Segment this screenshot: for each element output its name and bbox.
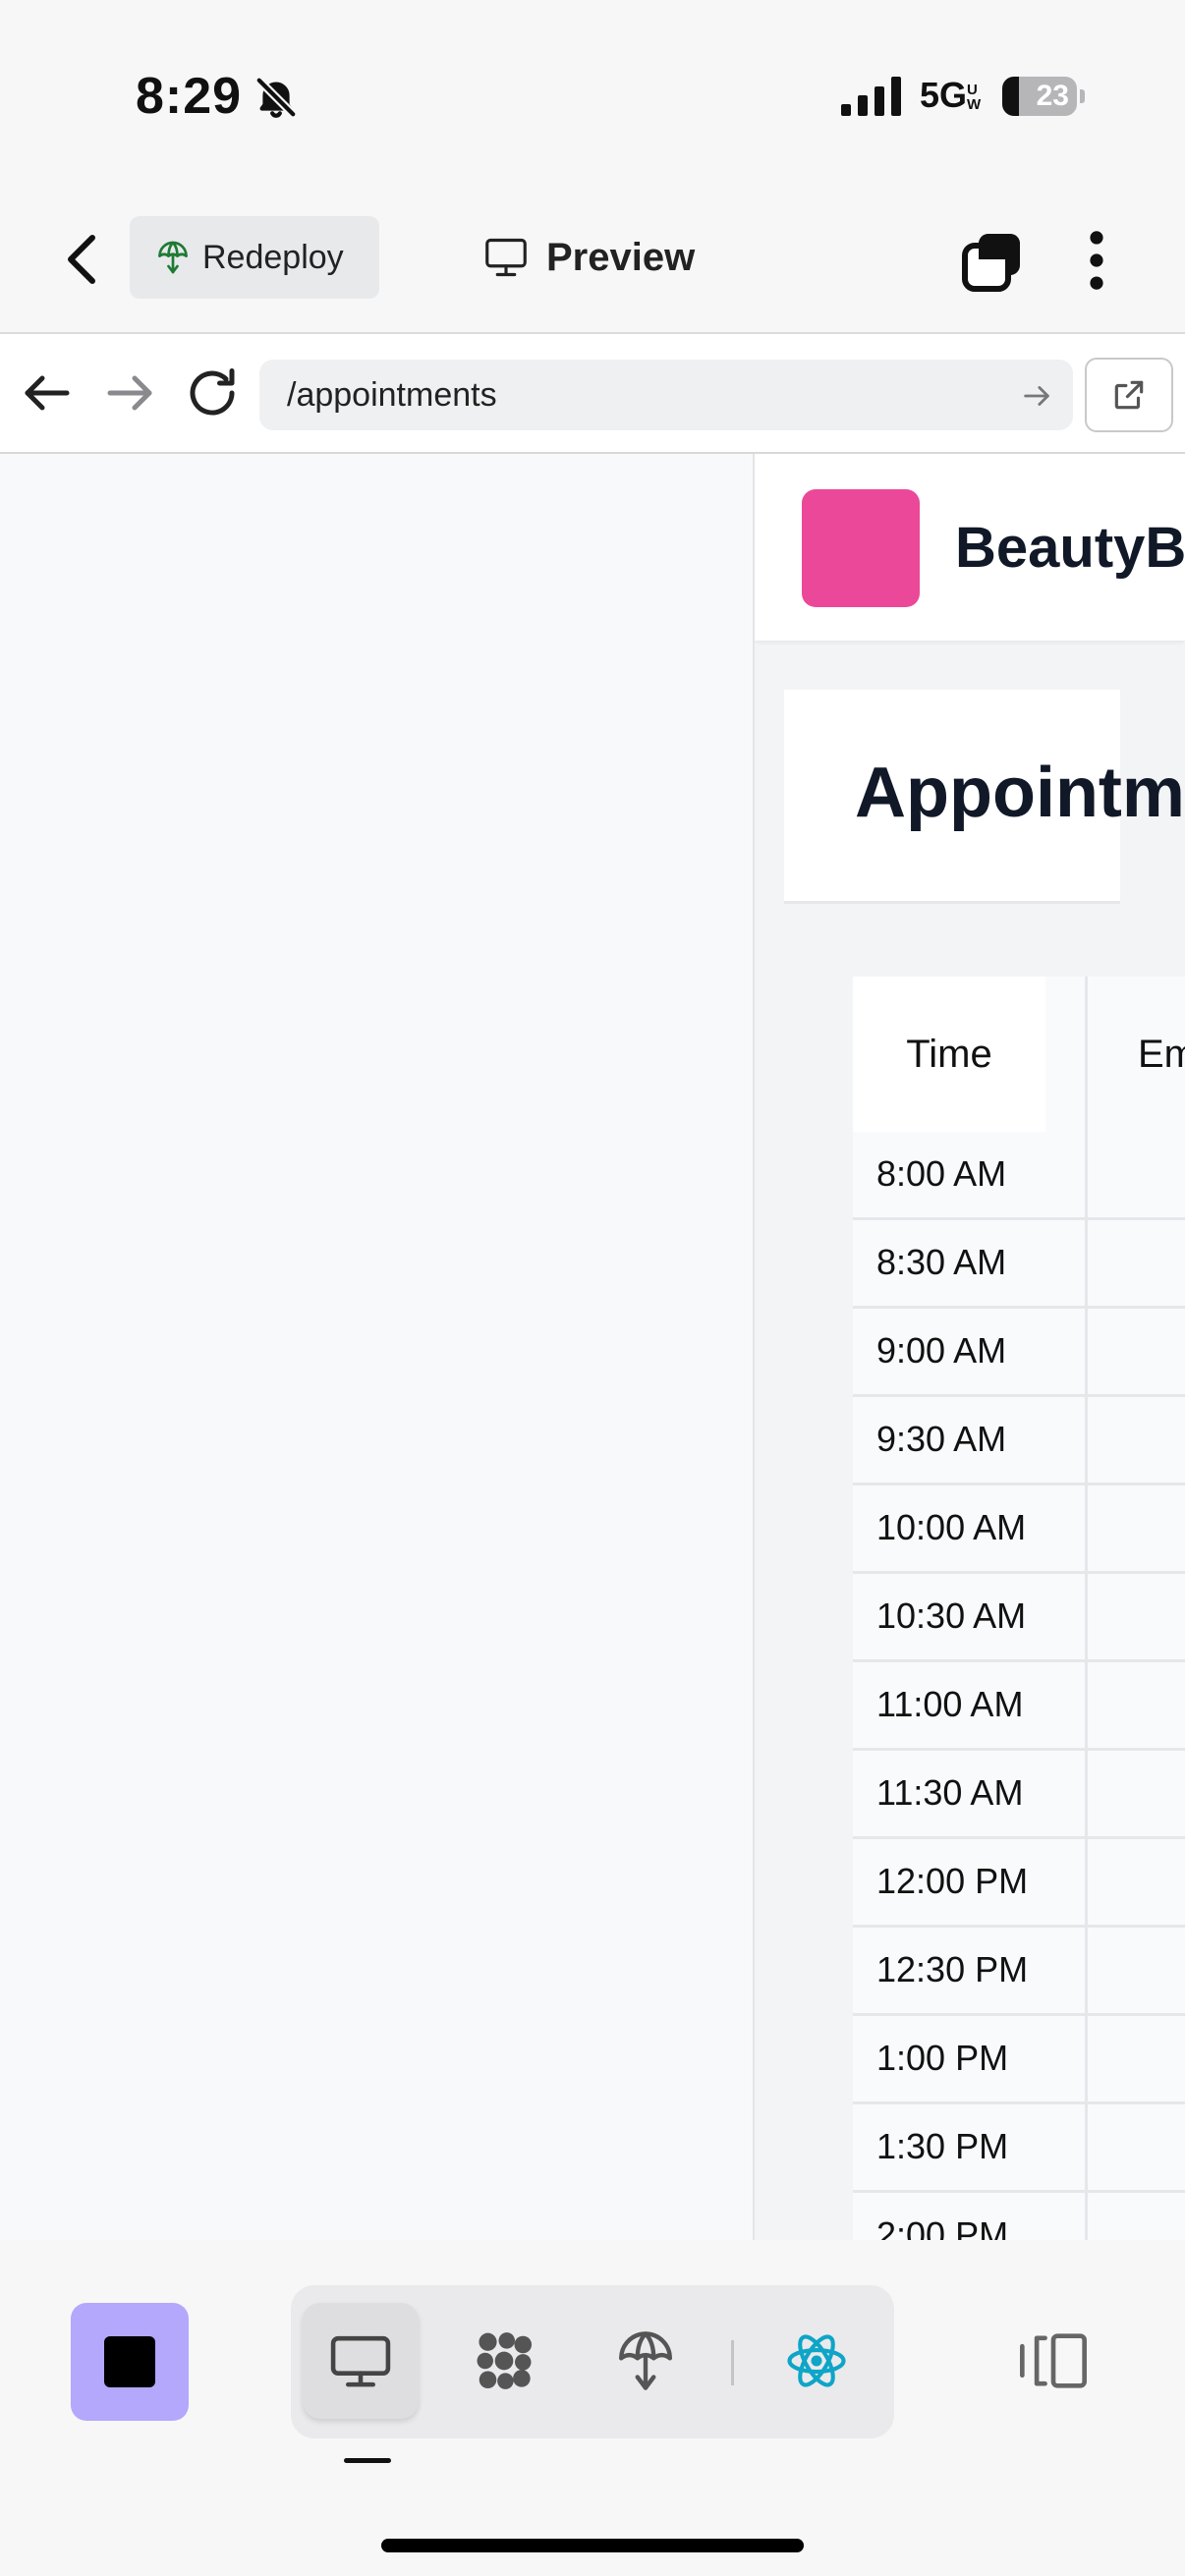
bell-off-icon — [254, 76, 298, 119]
battery-icon: 23 — [1002, 77, 1085, 116]
kebab-icon[interactable] — [1079, 228, 1114, 293]
tab-deploy[interactable] — [588, 2303, 704, 2419]
reload-icon[interactable] — [183, 364, 242, 422]
time-slot-label: 11:00 AM — [876, 1684, 1024, 1724]
deploy-icon — [158, 241, 188, 274]
time-row[interactable]: 11:00 AM — [853, 1662, 1185, 1751]
time-row[interactable]: 9:00 AM — [853, 1309, 1185, 1397]
url-field[interactable]: /appointments — [259, 360, 1073, 430]
redeploy-label: Redeploy — [202, 238, 344, 276]
blobs-icon — [477, 2332, 533, 2389]
chevron-left-icon[interactable] — [61, 232, 104, 287]
time-slot-label: 9:30 AM — [876, 1419, 1007, 1459]
network-type: 5GUW — [920, 75, 982, 115]
stop-icon — [104, 2336, 155, 2387]
preview-area: BeautyB Appointme Time Em 8:00 AM 8:30 AM… — [0, 454, 1185, 2240]
app-header: Redeploy Preview — [0, 187, 1185, 334]
time-slot-label: 12:00 PM — [876, 1861, 1029, 1901]
time-slot-label: 2:00 PM — [876, 2214, 1009, 2240]
segment-divider — [731, 2340, 734, 2385]
react-icon — [787, 2334, 846, 2387]
status-time: 8:29 — [136, 68, 243, 125]
time-slot-label: 12:30 PM — [876, 1949, 1029, 1989]
monitor-icon — [485, 238, 527, 277]
arrow-right-icon[interactable] — [1020, 379, 1053, 413]
time-slot-label: 9:00 AM — [876, 1330, 1007, 1371]
desktop-icon — [330, 2335, 391, 2387]
time-slot-label: 8:00 AM — [876, 1153, 1007, 1194]
status-bar: 8:29 5GUW 23 — [0, 0, 1185, 187]
tab-assets[interactable] — [446, 2303, 562, 2419]
time-slot-label: 10:30 AM — [876, 1596, 1027, 1636]
stacked-windows-icon[interactable] — [961, 230, 1024, 293]
time-row[interactable]: 10:30 AM — [853, 1574, 1185, 1662]
redeploy-button[interactable]: Redeploy — [130, 216, 379, 299]
tab-react[interactable] — [759, 2303, 875, 2419]
arrow-left-icon[interactable] — [18, 364, 77, 422]
bottom-toolbar — [0, 2240, 1185, 2576]
time-row[interactable]: 1:00 PM — [853, 2016, 1185, 2104]
site-preview-canvas[interactable]: BeautyB Appointme Time Em 8:00 AM 8:30 AM… — [755, 454, 1185, 2240]
time-row[interactable]: 8:00 AM — [853, 1132, 1185, 1220]
employee-column-header: Em — [1138, 1032, 1185, 1076]
open-external-button[interactable] — [1085, 358, 1173, 432]
stop-button[interactable] — [71, 2303, 189, 2421]
site-header: BeautyB — [755, 454, 1185, 641]
browser-bar: /appointments — [0, 334, 1185, 454]
time-row[interactable]: 10:00 AM — [853, 1485, 1185, 1574]
time-row[interactable]: 9:30 AM — [853, 1397, 1185, 1485]
time-row[interactable]: 2:00 PM — [853, 2193, 1185, 2240]
preview-label: Preview — [546, 235, 696, 279]
time-row[interactable]: 11:30 AM — [853, 1751, 1185, 1839]
deploy-icon — [619, 2331, 672, 2390]
time-row[interactable]: 8:30 AM — [853, 1220, 1185, 1309]
arrow-right-icon[interactable] — [100, 364, 159, 422]
site-logo[interactable] — [802, 489, 920, 607]
time-slot-label: 10:00 AM — [876, 1507, 1027, 1547]
tab-desktop[interactable] — [303, 2303, 419, 2419]
sidebar-toggle-icon[interactable] — [1016, 2328, 1091, 2393]
time-slot-label: 1:30 PM — [876, 2126, 1009, 2166]
time-row[interactable]: 12:30 PM — [853, 1928, 1185, 2016]
site-name[interactable]: BeautyB — [955, 515, 1185, 581]
time-column-header: Time — [853, 977, 1045, 1132]
url-text: /appointments — [287, 375, 497, 414]
page-title-card: Appointme — [784, 690, 1185, 904]
time-slot-label: 1:00 PM — [876, 2038, 1009, 2078]
time-slot-label: 11:30 AM — [876, 1772, 1024, 1813]
page-title: Appointme — [855, 754, 1185, 832]
time-row[interactable]: 12:00 PM — [853, 1839, 1185, 1928]
appointment-schedule: Time Em 8:00 AM 8:30 AM 9:00 AM 9:30 AM 10:0… — [853, 977, 1185, 2240]
cellular-signal-icon — [841, 77, 901, 116]
time-slot-label: 8:30 AM — [876, 1242, 1007, 1282]
active-tab-indicator — [344, 2458, 391, 2463]
view-switcher — [291, 2285, 894, 2438]
time-row[interactable]: 1:30 PM — [853, 2104, 1185, 2193]
preview-title: Preview — [483, 226, 695, 289]
home-indicator — [381, 2539, 804, 2552]
external-link-icon — [1114, 380, 1144, 410]
